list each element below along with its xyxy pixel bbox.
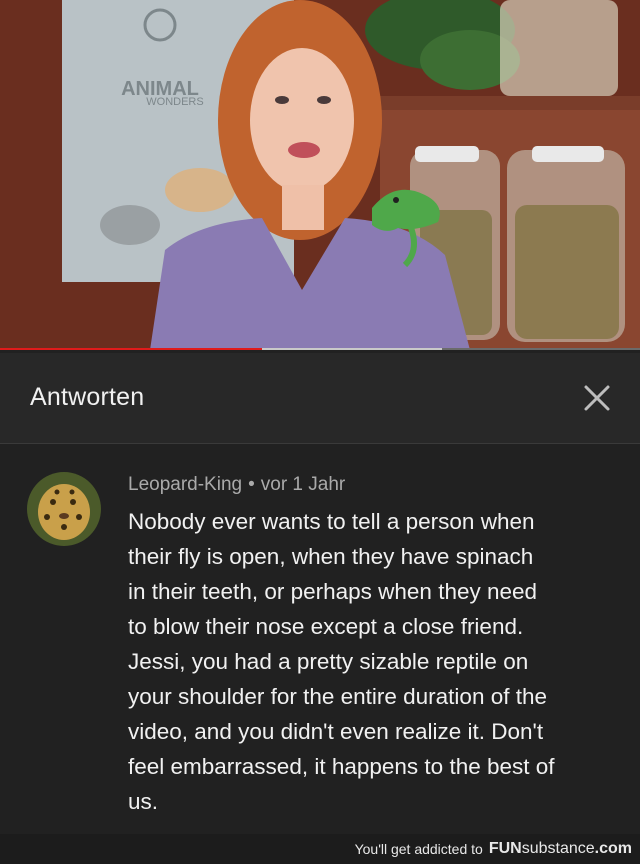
comment-item: Leopard-King • vor 1 Jahr Nobody ever want… bbox=[0, 444, 640, 834]
leopard-avatar-icon bbox=[27, 472, 101, 546]
replies-header: Antworten bbox=[0, 353, 640, 444]
comment-meta: Leopard-King • vor 1 Jahr bbox=[128, 474, 345, 496]
watermark-prefix: You'll get addicted to bbox=[354, 841, 483, 857]
watermark-brand: FUNsubstance.com bbox=[489, 840, 632, 858]
close-button[interactable] bbox=[574, 375, 620, 421]
comment-text: Nobody ever wants to tell a person when … bbox=[128, 509, 555, 814]
comment-time: vor 1 Jahr bbox=[260, 474, 346, 495]
close-icon bbox=[584, 385, 610, 411]
watermark-brand-a: FUN bbox=[488, 840, 522, 857]
video-player[interactable]: ANIMAL WONDERS bbox=[0, 0, 640, 350]
progress-played bbox=[0, 348, 263, 350]
watermark-brand-b: substance bbox=[521, 840, 595, 857]
watermark-brand-c: .com bbox=[594, 840, 632, 857]
watermark-bar: You'll get addicted to FUNsubstance.com bbox=[0, 834, 640, 864]
comment-author[interactable]: Leopard-King bbox=[128, 474, 242, 495]
svg-text:WONDERS: WONDERS bbox=[146, 96, 203, 108]
video-progress-bar[interactable] bbox=[0, 348, 640, 350]
meta-separator: • bbox=[248, 474, 255, 495]
video-frame: ANIMAL WONDERS bbox=[0, 0, 640, 350]
panel-title: Antworten bbox=[30, 383, 145, 411]
avatar[interactable] bbox=[27, 472, 101, 546]
